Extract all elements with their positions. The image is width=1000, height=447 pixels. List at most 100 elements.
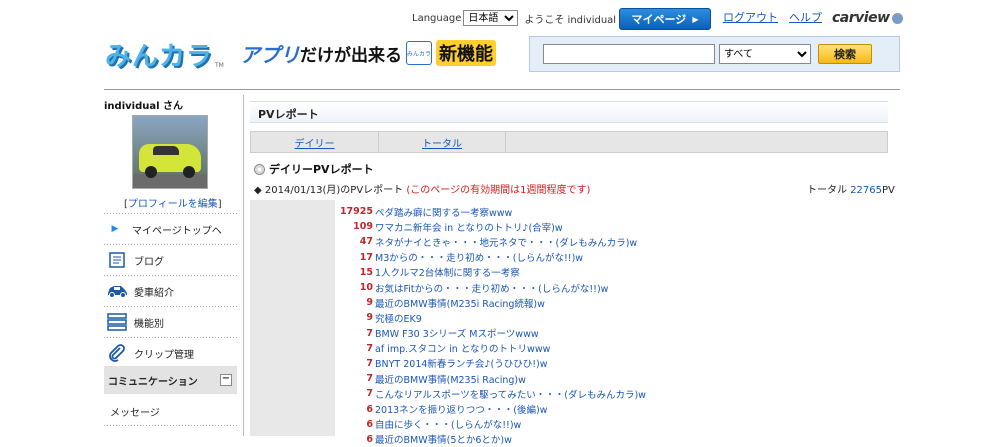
photo-ground — [133, 174, 207, 188]
language-label: Language — [412, 12, 462, 24]
sidebar-item-label: マイページトップへ — [132, 225, 222, 237]
pv-entry-link[interactable]: 最近のBMW事情(5とか6とか)w — [375, 432, 512, 446]
list-item: 17 M3からの・・・走り初め・・・(しらんがな!!)w — [335, 250, 888, 265]
total-pv-label: トータル — [807, 185, 847, 196]
pv-count: 9 — [366, 312, 373, 324]
carview-logo[interactable]: carview — [832, 10, 903, 26]
logout-link[interactable]: ログアウト — [723, 9, 778, 25]
pv-entry-link[interactable]: 1人クルマ2台体制に関する一考察 — [375, 265, 520, 279]
pv-count: 17 — [359, 251, 373, 263]
list-item: 9 究極のEK9 — [335, 310, 888, 325]
pv-entry-link[interactable]: M3からの・・・走り初め・・・(しらんがな!!)w — [375, 250, 583, 264]
sidebar-item-clips[interactable]: クリップ管理 — [104, 338, 237, 368]
report-left-column — [250, 200, 335, 436]
triangle-right-icon: ▶ — [692, 14, 699, 24]
triangle-right-icon: ▶ — [111, 224, 119, 234]
pv-entry-link[interactable]: ネタがナイときゃ・・・地元ネタで・・・(ダレもみんカラ)w — [375, 235, 637, 249]
logo-tm: TM — [215, 61, 224, 69]
search-button[interactable]: 検索 — [818, 44, 872, 64]
edit-profile-bracket: ] — [217, 199, 222, 210]
edit-profile-link[interactable]: プロフィールを編集 — [128, 199, 218, 210]
search-input[interactable] — [543, 44, 715, 64]
list-item: 7 af imp.スタコン in となりのトトリwww — [335, 341, 888, 356]
pv-entry-link[interactable]: 自由に歩く・・・(しらんがな!!)w — [375, 417, 521, 431]
edit-profile: [プロフィールを編集] — [124, 195, 222, 210]
profile-photo[interactable] — [132, 115, 208, 189]
validity-note: (このページの有効期間は1週間程度です) — [406, 185, 591, 196]
report-tabs: デイリー トータル — [250, 131, 888, 153]
car-icon — [106, 282, 128, 300]
tab-daily-link[interactable]: デイリー — [295, 135, 335, 150]
pv-entry-link[interactable]: 究極のEK9 — [375, 311, 422, 325]
sidebar-section-communication[interactable]: コミュニケーション − — [104, 366, 237, 394]
total-pv-unit: PV — [882, 185, 895, 196]
photo-car-window — [153, 146, 179, 155]
sidebar-item-label: ブログ — [134, 256, 164, 268]
pv-entry-link[interactable]: こんなリアルスポーツを駆ってみたい・・・(ダレもみんカラ)w — [375, 387, 646, 401]
carview-logo-text: carview — [832, 10, 890, 26]
pv-entry-link[interactable]: BMW F30 3シリーズ Mスポーツwww — [375, 326, 539, 340]
pv-entry-link[interactable]: 2013ネンを振り返りつつ・・・(後編)w — [375, 402, 547, 416]
pv-entry-link[interactable]: お気はFitからの・・・走り初め・・・(しらんがな!!)w — [375, 281, 608, 295]
report-heading: デイリーPVレポート — [254, 161, 374, 177]
mypage-label: マイページ — [631, 13, 687, 26]
logo-text: みんカラ — [105, 41, 214, 72]
list-item: 7 こんなリアルスポーツを駆ってみたい・・・(ダレもみんカラ)w — [335, 386, 888, 401]
list-item: 6 自由に歩く・・・(しらんがな!!)w — [335, 417, 888, 432]
sidebar-item-label: 愛車紹介 — [134, 287, 174, 299]
sidebar-item-label: 機能別 — [134, 318, 164, 330]
sidebar-item-features[interactable]: 機能別 — [104, 307, 237, 337]
search-category-select[interactable]: すべて — [719, 44, 811, 64]
main-divider — [243, 95, 244, 436]
paperclip-icon — [106, 344, 128, 362]
sidebar-item-message[interactable]: メッセージ — [110, 404, 160, 419]
total-pv: トータル 22765PV — [807, 181, 895, 196]
tab-total[interactable]: トータル — [378, 132, 506, 153]
pv-count: 109 — [353, 221, 373, 233]
banner-text-app: アプリ — [240, 42, 300, 67]
banner-text-new-feature: 新機能 — [436, 40, 496, 66]
tab-daily[interactable]: デイリー — [251, 132, 379, 153]
pv-count: 10 — [359, 282, 373, 294]
sidebar-item-mypage-top[interactable]: ▶ マイページトップへ — [104, 214, 237, 244]
search-box: すべて 検索 — [529, 36, 900, 72]
app-icon: みんカラ — [406, 41, 432, 65]
collapse-icon[interactable]: − — [220, 374, 232, 386]
pv-count: 17925 — [339, 206, 373, 218]
list-item: 6 最近のBMW事情(5とか6とか)w — [335, 432, 888, 447]
page-title: PVレポート — [250, 101, 888, 123]
help-link[interactable]: ヘルプ — [789, 9, 822, 25]
pv-count: 6 — [366, 418, 373, 430]
pv-count: 7 — [366, 373, 373, 385]
report-heading-label: デイリーPVレポート — [269, 163, 374, 176]
pv-count: 7 — [366, 327, 373, 339]
app-banner[interactable]: アプリ だけが出来る みんカラ 新機能 — [240, 36, 510, 70]
sidebar-item-my-car[interactable]: 愛車紹介 — [104, 276, 237, 306]
sidebar-item-label: クリップ管理 — [134, 349, 194, 361]
list-item: 6 2013ネンを振り返りつつ・・・(後編)w — [335, 401, 888, 417]
pv-entry-link[interactable]: af imp.スタコン in となりのトトリwww — [375, 341, 550, 355]
list-item: 15 1人クルマ2台体制に関する一考察 — [335, 265, 888, 280]
carview-dot-icon — [891, 12, 903, 24]
user-name: individual さん — [104, 101, 184, 112]
sidebar-divider — [104, 425, 237, 426]
language-select[interactable]: 日本語 — [463, 10, 519, 26]
sidebar-section-label: コミュニケーション — [108, 376, 198, 388]
pv-entry-link[interactable]: 最近のBMW事情(M235i Racing続報)w — [375, 296, 545, 310]
pv-count: 7 — [366, 388, 373, 400]
list-item: 9 最近のBMW事情(M235i Racing続報)w — [335, 295, 888, 310]
list-icon — [106, 313, 128, 331]
radio-bullet-icon — [254, 163, 265, 175]
list-item: 7 最近のBMW事情(M235i Racing)w — [335, 371, 888, 386]
pv-entry-link[interactable]: ペダ踏み癖に関する一考察www — [375, 205, 512, 219]
list-item: 7 BNYT 2014新春ランチ会♪(うひひひ!)w — [335, 356, 888, 371]
mypage-button[interactable]: マイページ ▶ — [619, 8, 711, 30]
site-logo[interactable]: みんカラ TM — [105, 36, 225, 72]
report-date-text: ◆ 2014/01/13(月)のPVレポート — [254, 185, 404, 196]
tab-total-link[interactable]: トータル — [422, 135, 462, 150]
sidebar-item-blog[interactable]: ブログ — [104, 245, 237, 275]
pv-entry-link[interactable]: 最近のBMW事情(M235i Racing)w — [375, 372, 526, 386]
pv-entry-link[interactable]: BNYT 2014新春ランチ会♪(うひひひ!)w — [375, 356, 547, 370]
list-item: 7 BMW F30 3シリーズ Mスポーツwww — [335, 326, 888, 341]
pv-entry-link[interactable]: ワマカニ新年会 in となりのトトリ♪(合宰)w — [375, 220, 563, 234]
